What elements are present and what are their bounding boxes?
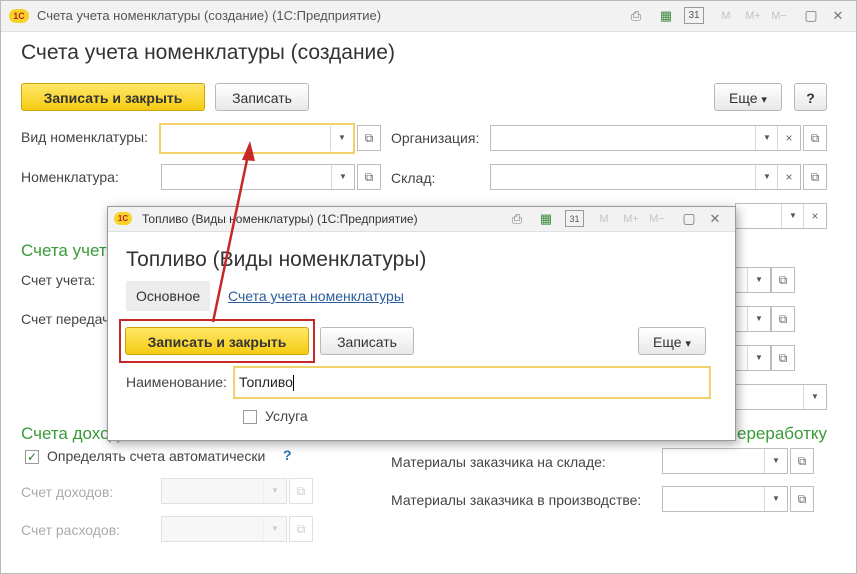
right4-dropdown-icon[interactable]: ▼ — [803, 385, 826, 409]
more-button[interactable]: Еще ▾ — [714, 83, 782, 111]
popup-memory-plus-icon[interactable]: M+ — [620, 211, 642, 227]
right2-open-icon[interactable]: ⧉ — [771, 306, 795, 332]
mat-proizv-input[interactable]: ▼ — [662, 486, 788, 512]
memory-icon[interactable]: M — [718, 8, 734, 24]
popup-restore-icon[interactable]: ▢ — [680, 210, 698, 226]
popup-title: Топливо (Виды номенклатуры) — [126, 248, 427, 271]
popup-close-icon[interactable]: ✕ — [706, 211, 724, 227]
right1-dropdown-icon[interactable]: ▼ — [747, 268, 770, 292]
calendar-icon[interactable]: 31 — [684, 7, 704, 24]
popup-titlebar: 1С Топливо (Виды номенклатуры) (1С:Предп… — [108, 207, 735, 232]
field-right-1[interactable]: ▼ — [735, 267, 771, 293]
sklad-label: Склад: — [391, 170, 436, 186]
expense-label: Счет расходов: — [21, 522, 121, 538]
auto-accounts-checkbox[interactable]: ✓ — [25, 450, 39, 464]
section-processing: ереработку — [737, 424, 828, 443]
right3-open-icon[interactable]: ⧉ — [771, 345, 795, 371]
vid-open-icon[interactable]: ⧉ — [357, 125, 381, 151]
sklad-dropdown-icon[interactable]: ▼ — [755, 165, 778, 189]
tab-main[interactable]: Основное — [126, 281, 211, 311]
popup-window-title: Топливо (Виды номенклатуры) (1С:Предприя… — [142, 212, 418, 226]
nom-open-icon[interactable]: ⧉ — [357, 164, 381, 190]
popup-more-label: Еще — [653, 334, 682, 350]
field-right-2[interactable]: ▼ — [735, 306, 771, 332]
field-row3[interactable]: ▼ × — [735, 203, 827, 229]
row3-clear-icon[interactable]: × — [803, 204, 826, 228]
save-button[interactable]: Записать — [215, 83, 309, 111]
more-label: Еще — [729, 90, 758, 106]
vid-label: Вид номенклатуры: — [21, 129, 148, 145]
income-dropdown-icon[interactable]: ▼ — [263, 479, 286, 503]
restore-icon[interactable]: ▢ — [802, 7, 820, 23]
field-right-3[interactable]: ▼ — [735, 345, 771, 371]
income-input[interactable]: ▼ — [161, 478, 287, 504]
popup-save-close-button[interactable]: Записать и закрыть — [125, 327, 309, 355]
main-titlebar: 1С Счета учета номенклатуры (создание) (… — [1, 1, 856, 32]
nom-input[interactable]: ▼ — [161, 164, 355, 190]
memory-plus-icon[interactable]: M+ — [742, 8, 764, 24]
org-label: Организация: — [391, 130, 480, 146]
auto-help-icon[interactable]: ? — [283, 447, 292, 463]
mat-sklad-dropdown-icon[interactable]: ▼ — [764, 449, 787, 473]
page-title: Счета учета номенклатуры (создание) — [21, 41, 395, 64]
close-icon[interactable]: ✕ — [829, 8, 847, 24]
popup-window: 1С Топливо (Виды номенклатуры) (1С:Предп… — [107, 206, 736, 441]
service-label: Услуга — [265, 408, 308, 424]
expense-open-icon[interactable]: ⧉ — [289, 516, 313, 542]
mat-proizv-dropdown-icon[interactable]: ▼ — [764, 487, 787, 511]
text-cursor — [292, 375, 294, 392]
auto-accounts-label: Определять счета автоматически — [47, 448, 266, 464]
org-open-icon[interactable]: ⧉ — [803, 125, 827, 151]
popup-print-icon[interactable]: ⎙ — [508, 211, 526, 227]
name-value: Топливо — [239, 374, 293, 390]
popup-save-button[interactable]: Записать — [320, 327, 414, 355]
nom-dropdown-icon[interactable]: ▼ — [331, 165, 354, 189]
mat-proizv-label: Материалы заказчика в производстве: — [391, 492, 642, 508]
mat-sklad-label: Материалы заказчика на складе: — [391, 454, 606, 470]
popup-more-button[interactable]: Еще ▾ — [638, 327, 706, 355]
row3-dropdown-icon[interactable]: ▼ — [781, 204, 804, 228]
income-label: Счет доходов: — [21, 484, 114, 500]
memory-minus-icon[interactable]: M− — [768, 8, 790, 24]
org-input[interactable]: ▼ × — [490, 125, 801, 151]
popup-memory-icon[interactable]: M — [596, 211, 612, 227]
help-button[interactable]: ? — [794, 83, 827, 111]
vid-dropdown-icon[interactable]: ▼ — [330, 126, 353, 151]
mat-sklad-input[interactable]: ▼ — [662, 448, 788, 474]
section-accounts: Счета учета — [21, 241, 116, 260]
sklad-open-icon[interactable]: ⧉ — [803, 164, 827, 190]
right3-dropdown-icon[interactable]: ▼ — [747, 346, 770, 370]
sklad-input[interactable]: ▼ × — [490, 164, 801, 190]
schet-ucheta-label: Счет учета: — [21, 272, 96, 288]
name-label: Наименование: — [126, 374, 227, 390]
save-close-button[interactable]: Записать и закрыть — [21, 83, 205, 111]
app-logo-icon: 1С — [9, 9, 29, 23]
field-right-4[interactable]: ▼ — [735, 384, 827, 410]
mat-proizv-open-icon[interactable]: ⧉ — [790, 486, 814, 512]
org-clear-icon[interactable]: × — [777, 126, 800, 150]
right2-dropdown-icon[interactable]: ▼ — [747, 307, 770, 331]
right1-open-icon[interactable]: ⧉ — [771, 267, 795, 293]
mat-sklad-open-icon[interactable]: ⧉ — [790, 448, 814, 474]
popup-calendar-icon[interactable]: 31 — [565, 210, 584, 227]
popup-logo-icon: 1С — [114, 212, 132, 225]
org-dropdown-icon[interactable]: ▼ — [755, 126, 778, 150]
popup-memory-minus-icon[interactable]: M− — [646, 211, 668, 227]
expense-dropdown-icon[interactable]: ▼ — [263, 517, 286, 541]
income-open-icon[interactable]: ⧉ — [289, 478, 313, 504]
vid-input[interactable]: ▼ — [159, 123, 355, 154]
popup-more-arrow-icon: ▾ — [685, 338, 691, 350]
calculator-icon[interactable]: ▦ — [657, 8, 675, 24]
nom-label: Номенклатура: — [21, 169, 119, 185]
tab-accounts-link[interactable]: Счета учета номенклатуры — [218, 281, 414, 311]
service-checkbox[interactable] — [243, 410, 257, 424]
print-icon[interactable]: ⎙ — [627, 8, 645, 24]
schet-peredachi-label: Счет передачи — [21, 311, 118, 327]
sklad-clear-icon[interactable]: × — [777, 165, 800, 189]
more-arrow-icon: ▾ — [761, 94, 767, 106]
window-title: Счета учета номенклатуры (создание) (1С:… — [37, 8, 382, 23]
popup-calculator-icon[interactable]: ▦ — [537, 211, 555, 227]
name-input[interactable]: Топливо — [233, 366, 711, 399]
expense-input[interactable]: ▼ — [161, 516, 287, 542]
